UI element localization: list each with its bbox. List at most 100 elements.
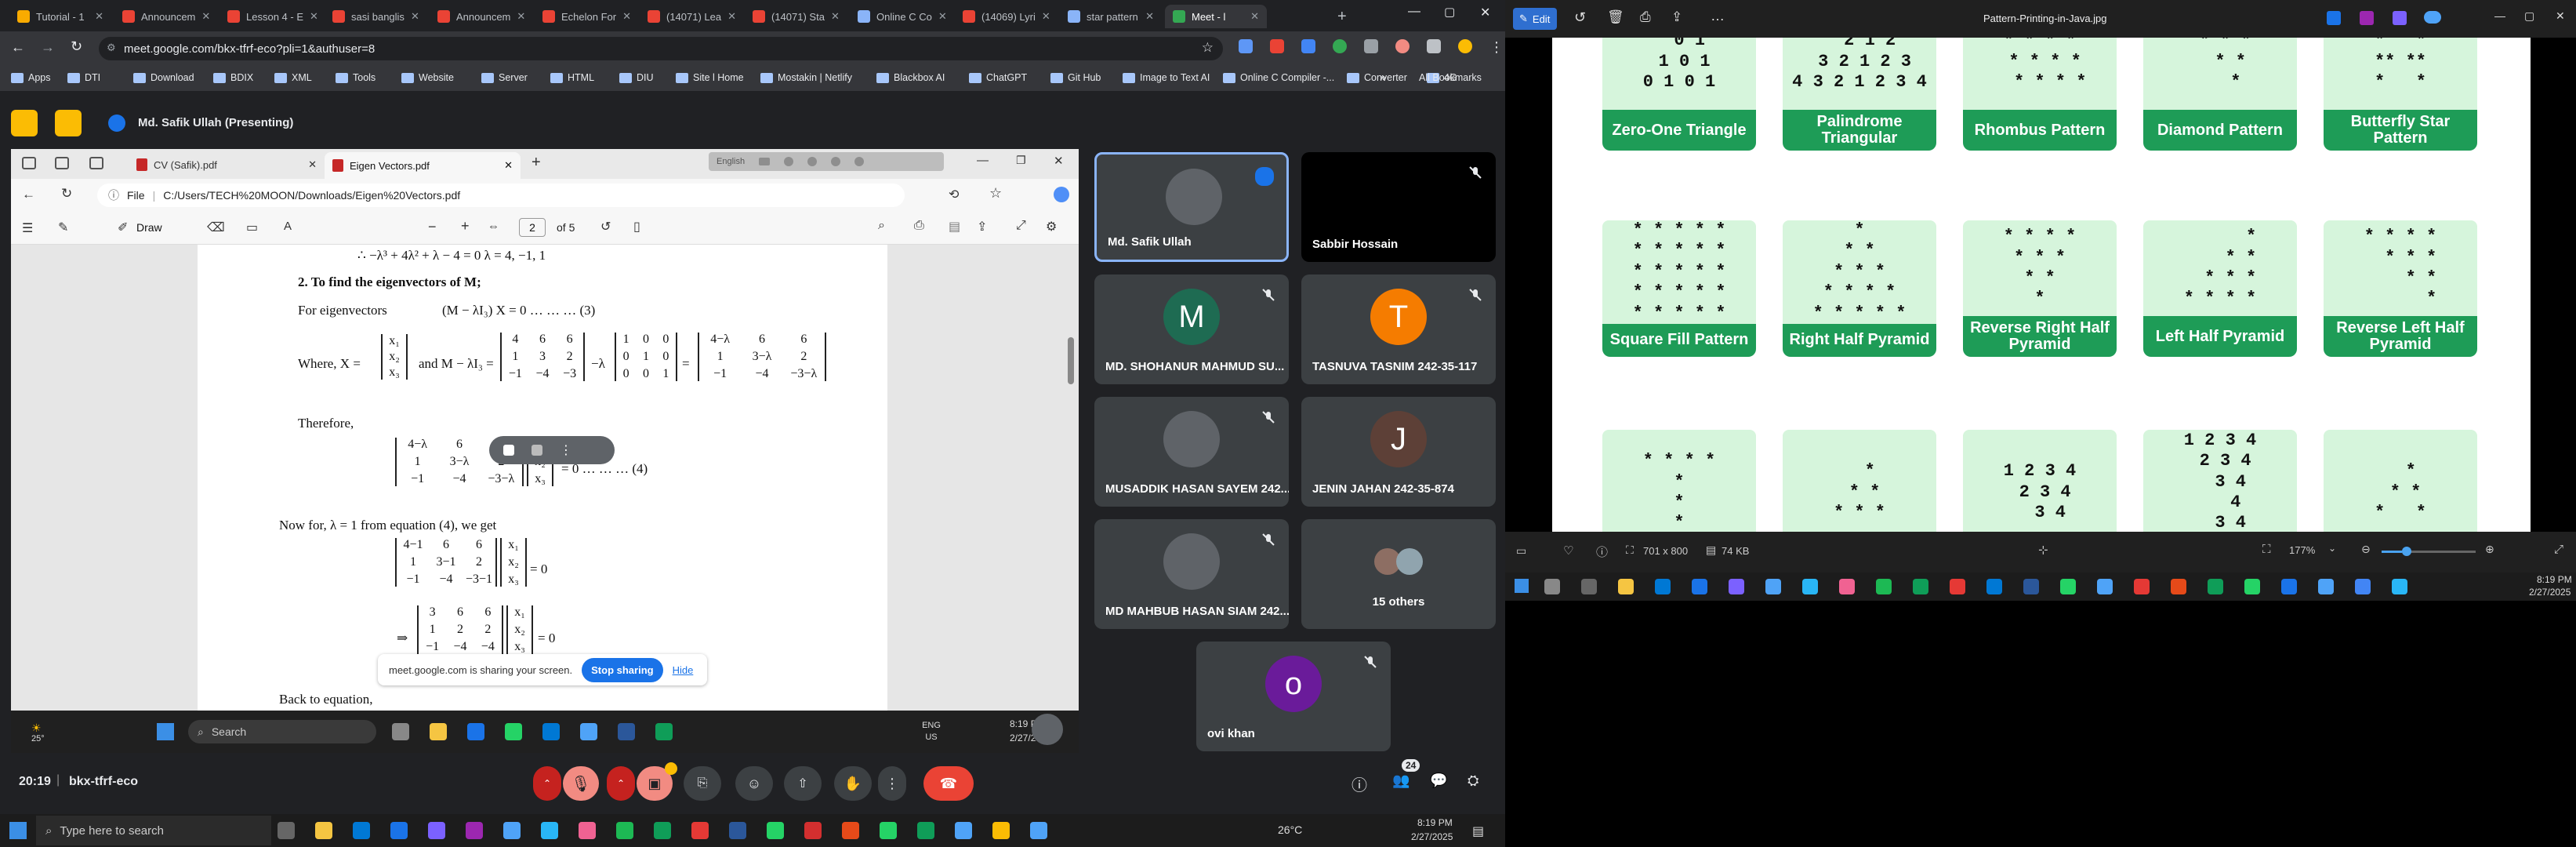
zoom-in-icon[interactable]: +: [461, 218, 470, 234]
onedrive-icon[interactable]: [2424, 11, 2441, 24]
start-button[interactable]: [1515, 579, 1529, 593]
rotate-icon[interactable]: ↺: [1574, 9, 1586, 26]
close-tab-icon[interactable]: ✕: [938, 10, 947, 23]
settings-icon[interactable]: [807, 157, 818, 166]
zoom-magnifier-icon[interactable]: [1032, 714, 1063, 745]
participant-tile[interactable]: T TASNUVA TASNIM 242-35-117: [1301, 274, 1496, 384]
browser-tab[interactable]: Echelon For ✕: [535, 5, 637, 28]
taskbar-app-icon[interactable]: [1618, 579, 1634, 594]
extension-icon[interactable]: [1239, 39, 1253, 53]
photos-maximize[interactable]: ▢: [2524, 9, 2534, 23]
video-options-button[interactable]: ⌃: [607, 766, 635, 801]
taskbar-app-icon[interactable]: [580, 723, 597, 740]
close-tab-icon[interactable]: ✕: [1145, 10, 1154, 23]
taskbar-app-icon[interactable]: [392, 723, 409, 740]
bookmark-item[interactable]: Image to Text AI: [1123, 72, 1210, 83]
taskbar-app-icon[interactable]: [390, 822, 408, 839]
settings-gear-icon[interactable]: ⚙: [1046, 219, 1057, 234]
taskbar-app-icon[interactable]: [654, 822, 671, 839]
all-bookmarks[interactable]: All Bookmarks: [1419, 72, 1482, 83]
highlight-icon[interactable]: ✎: [58, 220, 68, 235]
bookmark-item[interactable]: Converter: [1347, 72, 1407, 83]
browser-tab[interactable]: (14069) Lyri ✕: [955, 5, 1057, 28]
bookmark-star-icon[interactable]: ☆: [1202, 40, 1214, 56]
close-tab-icon[interactable]: ✕: [1250, 10, 1259, 23]
edge-new-tab-button[interactable]: +: [532, 154, 541, 172]
bookmark-item[interactable]: Site l Home: [676, 72, 744, 83]
browser-tab[interactable]: (14071) Sta ✕: [745, 5, 847, 28]
taskbar-app-icon[interactable]: [655, 723, 673, 740]
layout-icon[interactable]: [11, 110, 38, 136]
taskbar-app-icon[interactable]: [2281, 579, 2297, 594]
edge-close[interactable]: ✕: [1054, 154, 1064, 168]
camera-icon[interactable]: [759, 158, 771, 165]
browser-tab[interactable]: (14071) Lea ✕: [640, 5, 742, 28]
taskbar-app-icon[interactable]: [618, 723, 635, 740]
taskbar-app-icon[interactable]: [2244, 579, 2260, 594]
edge-workspaces-icon[interactable]: [22, 157, 36, 169]
whatsapp-icon[interactable]: [1333, 39, 1347, 53]
participant-tile[interactable]: 15 others: [1301, 519, 1496, 629]
taskbar-search[interactable]: ⌕ Type here to search: [36, 816, 271, 845]
close-tab-icon[interactable]: ✕: [831, 10, 840, 23]
fit-page-icon[interactable]: ⇔: [488, 220, 499, 233]
close-tab-icon[interactable]: ✕: [517, 10, 525, 23]
leave-call-button[interactable]: ☎: [923, 766, 974, 801]
taskbar-app-icon[interactable]: [353, 822, 370, 839]
bookmark-item[interactable]: Apps: [11, 72, 51, 83]
close-tab-icon[interactable]: ✕: [727, 10, 736, 23]
taskbar-app-icon[interactable]: [1655, 579, 1671, 594]
forward-icon[interactable]: →: [41, 39, 55, 56]
bookmark-item[interactable]: Blackbox AI: [876, 72, 945, 83]
fullscreen-icon[interactable]: ⤢: [1016, 219, 1026, 233]
download-icon[interactable]: [1427, 39, 1441, 53]
more-options-button[interactable]: ⋮: [878, 766, 906, 801]
participant-tile[interactable]: Sabbir Hossain: [1301, 152, 1496, 262]
browser-tab[interactable]: Online C Co ✕: [850, 5, 952, 28]
taskbar-app-icon[interactable]: [842, 822, 859, 839]
reactions-button[interactable]: ☺: [735, 766, 773, 801]
fullscreen-icon[interactable]: ⤢: [2554, 543, 2563, 556]
zoom-dropdown-icon[interactable]: ⌄: [2328, 543, 2336, 554]
bookmark-item[interactable]: DTI: [67, 72, 100, 83]
zoom-slider[interactable]: [2382, 547, 2476, 556]
chat-button[interactable]: 💬: [1430, 772, 1447, 789]
edge-minimize[interactable]: —: [977, 154, 989, 167]
close-tab-icon[interactable]: ✕: [1042, 10, 1050, 23]
taskbar-app-icon[interactable]: [1986, 579, 2002, 594]
edge-tab-actions-icon[interactable]: [89, 157, 103, 169]
captions-button[interactable]: ⎘: [684, 766, 721, 801]
taskbar-app-icon[interactable]: [729, 822, 746, 839]
maximize-button[interactable]: ▢: [1444, 5, 1455, 19]
save-icon[interactable]: ▤: [949, 219, 960, 234]
mic-off-button[interactable]: 🎙: [563, 766, 599, 801]
edge-back-icon[interactable]: ←: [22, 187, 35, 202]
read-aloud-text-icon[interactable]: A: [284, 220, 292, 233]
close-tab-icon[interactable]: ✕: [504, 159, 513, 172]
taskbar-app-icon[interactable]: [278, 822, 295, 839]
close-tab-icon[interactable]: ✕: [622, 10, 631, 23]
taskbar-app-icon[interactable]: [1544, 579, 1560, 594]
zoom-out-icon[interactable]: −: [428, 219, 437, 235]
taskbar-app-icon[interactable]: [2355, 579, 2371, 594]
favorites-icon[interactable]: ☆: [989, 185, 1002, 202]
browser-tab[interactable]: Announcem ✕: [114, 5, 216, 28]
people-button[interactable]: 👥: [1392, 772, 1410, 789]
inner-search-box[interactable]: ⌕ Search: [188, 720, 376, 743]
print-icon[interactable]: ⎙: [1640, 9, 1651, 25]
zoom-out-icon[interactable]: ⊖: [2361, 543, 2371, 556]
participant-tile[interactable]: M MD. SHOHANUR MAHMUD SU...: [1094, 274, 1289, 384]
taskbar-app-icon[interactable]: [505, 723, 522, 740]
photos-close[interactable]: ✕: [2556, 9, 2565, 23]
bookmark-item[interactable]: XML: [274, 72, 312, 83]
participant-tile[interactable]: MUSADDIK HASAN SAYEM 242...: [1094, 397, 1289, 507]
taskbar-app-icon[interactable]: [430, 723, 447, 740]
taskbar-app-icon[interactable]: [467, 723, 484, 740]
new-tab-button[interactable]: +: [1337, 8, 1347, 26]
taskbar-app-icon[interactable]: [2023, 579, 2039, 594]
site-info-icon[interactable]: ⚙: [107, 42, 116, 54]
user-avatar[interactable]: [1458, 39, 1472, 53]
chat-icon[interactable]: [854, 157, 865, 166]
fit-icon[interactable]: ⊹: [2038, 543, 2048, 557]
activities-button[interactable]: ⛭: [1468, 772, 1478, 789]
